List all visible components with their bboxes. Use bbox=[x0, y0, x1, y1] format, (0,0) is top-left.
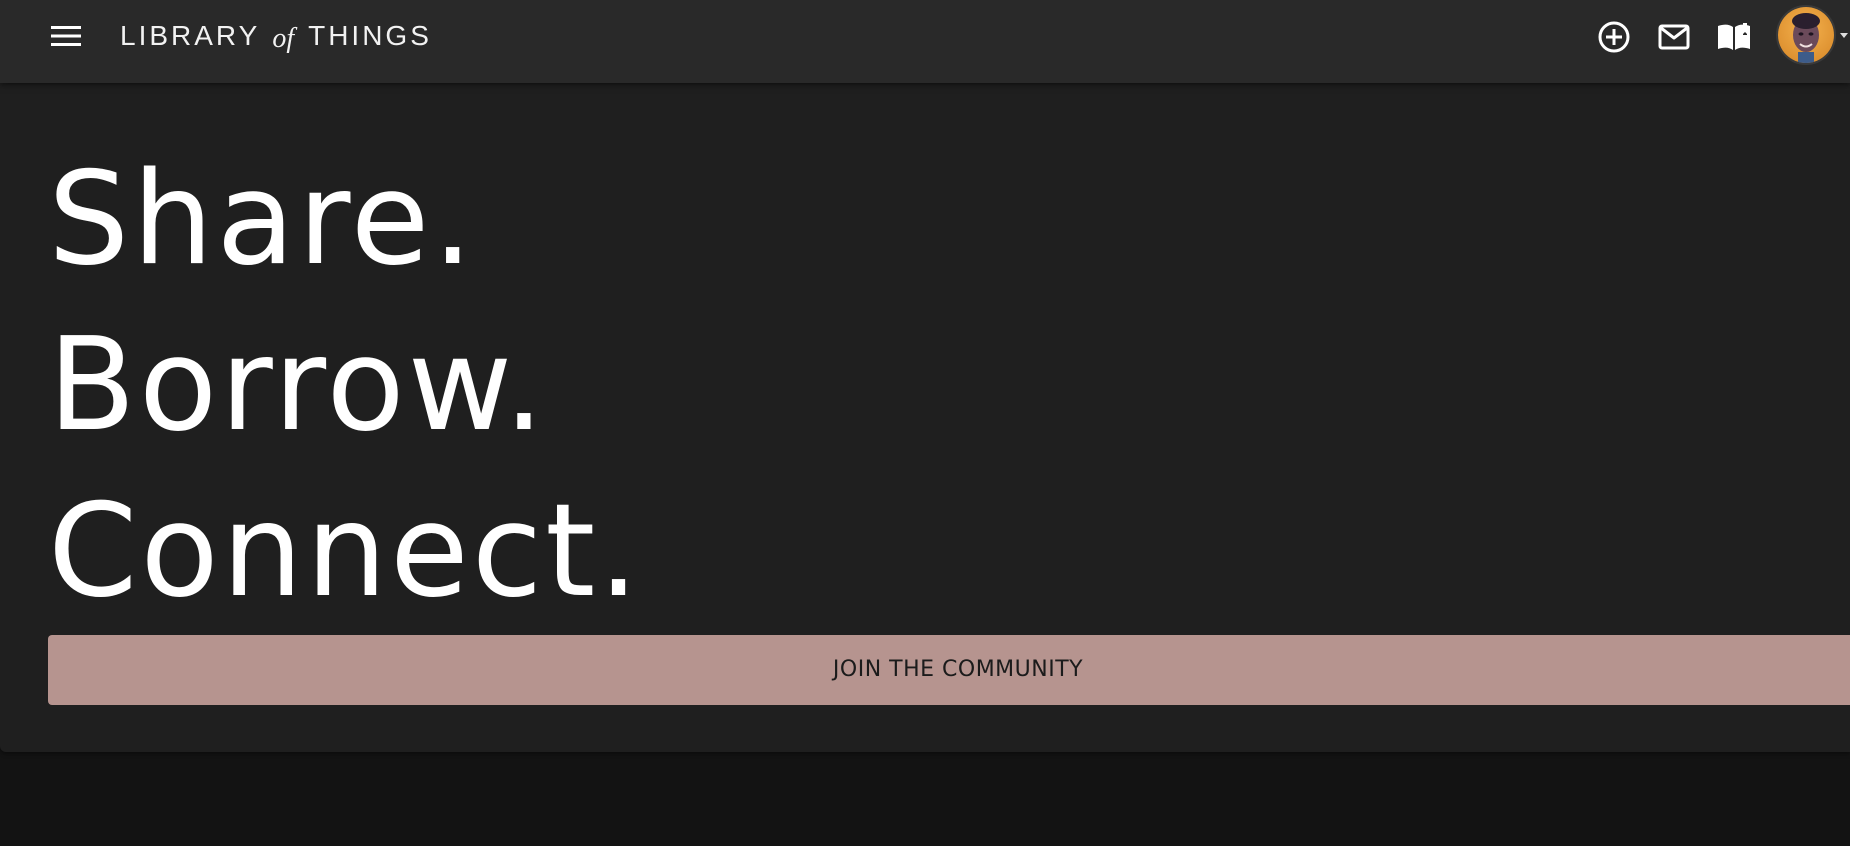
hero-line-share: Share. bbox=[48, 145, 477, 294]
brand-word-of: of bbox=[272, 23, 295, 54]
hero-section: Share. Borrow. Connect. JOIN THE COMMUNI… bbox=[0, 83, 1850, 752]
mail-icon bbox=[1658, 24, 1690, 50]
book-icon bbox=[1718, 23, 1750, 50]
user-avatar[interactable] bbox=[1776, 5, 1836, 65]
menu-button[interactable] bbox=[40, 18, 92, 54]
hero-line-borrow: Borrow. bbox=[48, 311, 548, 460]
join-community-button[interactable]: JOIN THE COMMUNITY bbox=[48, 635, 1850, 705]
top-app-bar: LIBRARY of THINGS bbox=[0, 0, 1850, 83]
add-circle-icon bbox=[1598, 21, 1630, 53]
brand-logo[interactable]: LIBRARY of THINGS bbox=[120, 18, 432, 54]
avatar bbox=[1778, 7, 1834, 63]
menu-icon bbox=[51, 26, 81, 46]
join-community-label: JOIN THE COMMUNITY bbox=[832, 657, 1084, 682]
brand-word-library: LIBRARY bbox=[120, 20, 261, 51]
add-item-button[interactable] bbox=[1594, 17, 1634, 57]
brand-word-things: THINGS bbox=[308, 20, 432, 51]
hero-line-connect: Connect. bbox=[48, 477, 642, 626]
library-button[interactable] bbox=[1714, 17, 1754, 57]
messages-button[interactable] bbox=[1654, 17, 1694, 57]
chevron-down-icon[interactable] bbox=[1840, 33, 1848, 38]
